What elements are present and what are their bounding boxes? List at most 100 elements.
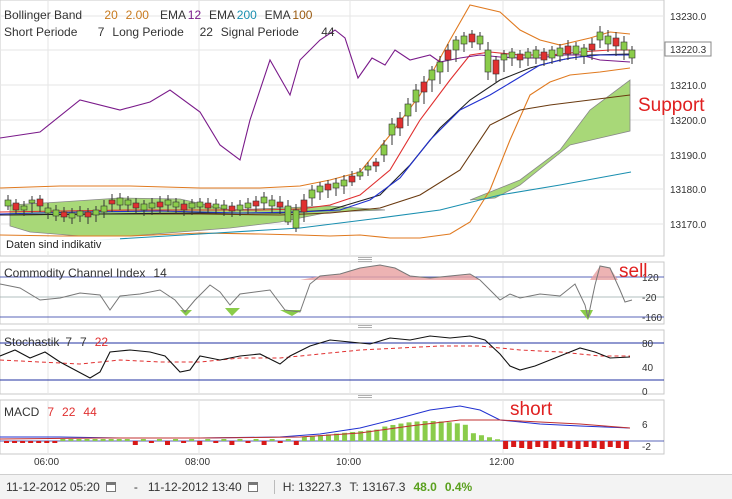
candle-body (620, 41, 628, 51)
candle-body (492, 59, 500, 75)
price-tick-label: 13190.0 (670, 151, 707, 162)
macd-histogram-bar (551, 441, 557, 449)
candle-body (196, 201, 204, 208)
low-value: T: 13167.3 (349, 480, 406, 494)
macd-histogram-bar (205, 439, 211, 441)
candle-body (332, 182, 340, 189)
short-annotation: short (510, 399, 553, 420)
candle-body (156, 201, 164, 208)
candle-body (572, 45, 580, 55)
macd-histogram-bar (84, 439, 90, 441)
macd-histogram-bar (28, 441, 34, 443)
macd-histogram-bar (623, 441, 629, 449)
candle-body (204, 202, 212, 209)
candle-body (580, 47, 588, 57)
legend-item: 20 (104, 8, 118, 22)
sell-annotation: sell (619, 261, 648, 282)
macd-histogram-bar (462, 424, 468, 441)
footer-bar: 11-12-2012 05:20 - 11-12-2012 13:40 H: 1… (0, 474, 732, 499)
macd-histogram-bar (277, 441, 283, 443)
calendar-to-icon[interactable] (247, 482, 258, 492)
candle-body (20, 205, 28, 211)
indicative-note: Daten sind indikativ (6, 239, 102, 251)
macd-histogram-bar (156, 439, 162, 441)
time-tick-label: 10:00 (336, 457, 361, 468)
macd-histogram-bar (189, 439, 195, 441)
legend-item: Long Periode (112, 25, 184, 39)
macd-histogram-bar (583, 441, 589, 447)
macd-histogram-bar (132, 441, 138, 445)
price-chart[interactable]: 13230.013220.013210.013200.013190.013180… (0, 0, 732, 474)
candle-body (252, 200, 260, 207)
macd-histogram-bar (575, 441, 581, 449)
candle-body (548, 49, 556, 59)
candle-body (108, 199, 116, 205)
candle-body (540, 51, 548, 61)
macd-tick-label: 6 (642, 420, 648, 431)
legend-item: 7 (98, 25, 105, 39)
macd-histogram-bar (173, 439, 179, 441)
cci-tick-label: -20 (642, 293, 657, 304)
macd-histogram-bar (221, 439, 227, 441)
macd-histogram-bar (599, 441, 605, 449)
candle-body (124, 199, 132, 206)
candle-body (604, 35, 612, 45)
macd-histogram-bar (559, 441, 565, 447)
macd-histogram-bar (285, 439, 291, 441)
candle-body (404, 103, 412, 117)
legend-item: EMA (209, 8, 235, 22)
candle-body (180, 203, 188, 211)
candle-body (228, 205, 236, 212)
candle-body (364, 165, 372, 171)
macd-histogram-bar (446, 422, 452, 441)
legend-item: 2.00 (126, 8, 150, 22)
candle-body (148, 202, 156, 209)
candle-body (452, 39, 460, 51)
candle-body (308, 189, 316, 199)
date-range-separator: - (133, 480, 138, 494)
candle-body (596, 31, 604, 41)
calendar-from-icon[interactable] (105, 482, 116, 492)
stoch-tick-label: 80 (642, 339, 654, 350)
chart-area[interactable]: 13230.013220.013210.013200.013190.013180… (0, 0, 732, 498)
macd-histogram-bar (382, 426, 388, 441)
macd-histogram-bar (100, 439, 106, 441)
candle-body (588, 43, 596, 51)
candle-body (516, 53, 524, 61)
macd-histogram-bar (390, 424, 396, 441)
macd-histogram-bar (487, 437, 492, 441)
macd-histogram-bar (495, 439, 501, 441)
macd-histogram-bar (406, 422, 412, 441)
cci-title: Commodity Channel Index 14 (4, 266, 167, 280)
macd-histogram-bar (124, 439, 130, 441)
macd-histogram-bar (140, 439, 146, 441)
candle-body (140, 203, 148, 211)
candle-body (172, 201, 180, 208)
candle-body (212, 203, 220, 209)
candle-body (356, 171, 364, 177)
candle-body (484, 49, 492, 73)
date-to[interactable]: 11-12-2012 13:40 (148, 480, 242, 494)
price-tick-label: 13230.0 (670, 12, 707, 23)
candle-body (284, 205, 292, 223)
candle-body (436, 61, 444, 73)
time-tick-label: 12:00 (489, 457, 514, 468)
candle-body (188, 202, 196, 209)
macd-histogram-bar (261, 441, 267, 445)
macd-histogram-bar (519, 441, 525, 448)
legend-item: 44 (321, 25, 335, 39)
date-from[interactable]: 11-12-2012 05:20 (6, 480, 100, 494)
macd-histogram-bar (607, 441, 613, 447)
candle-body (476, 35, 484, 45)
candle-body (460, 35, 468, 45)
candle-body (612, 37, 620, 47)
macd-histogram-bar (591, 441, 597, 448)
macd-histogram-bar (269, 439, 275, 441)
candle-body (324, 183, 332, 191)
price-tick-label: 13180.0 (670, 185, 707, 196)
candle-body (428, 69, 436, 81)
candle-body (220, 204, 228, 210)
change-percent: 0.4% (444, 480, 473, 494)
candle-body (628, 49, 636, 59)
macd-histogram-bar (567, 441, 573, 448)
